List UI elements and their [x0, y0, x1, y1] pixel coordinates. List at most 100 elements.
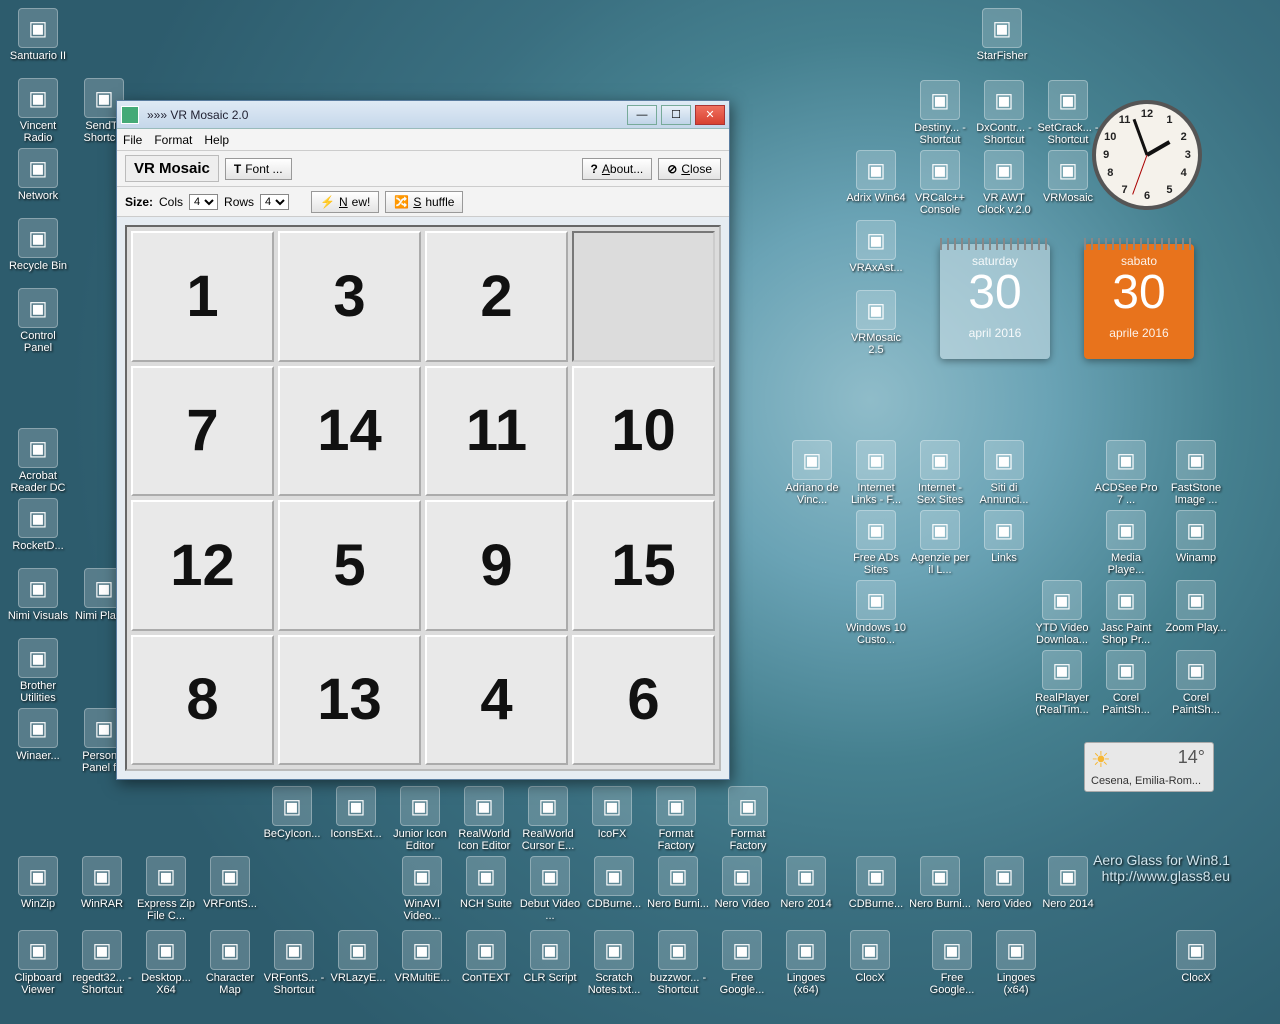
- calendar-gadget-it[interactable]: sabato 30 aprile 2016: [1084, 244, 1194, 359]
- desktop-icon[interactable]: ▣StarFisher: [970, 8, 1034, 62]
- tile-4[interactable]: 4: [425, 635, 568, 766]
- menu-format[interactable]: Format: [154, 133, 192, 147]
- shuffle-button[interactable]: 🔀 Shuffle: [385, 191, 463, 213]
- desktop-icon[interactable]: ▣Junior Icon Editor: [388, 786, 452, 852]
- desktop-icon[interactable]: ▣Nero Video: [710, 856, 774, 910]
- desktop-icon[interactable]: ▣Format Factory: [644, 786, 708, 852]
- desktop-icon[interactable]: ▣Nero Burni...: [908, 856, 972, 910]
- desktop-icon[interactable]: ▣Nero 2014: [774, 856, 838, 910]
- desktop-icon[interactable]: ▣VRCalc++ Console: [908, 150, 972, 216]
- desktop-icon[interactable]: ▣RealWorld Icon Editor: [452, 786, 516, 852]
- calendar-gadget-en[interactable]: saturday 30 april 2016: [940, 244, 1050, 359]
- desktop-icon[interactable]: ▣FastStone Image ...: [1164, 440, 1228, 506]
- desktop-icon[interactable]: ▣ACDSee Pro 7 ...: [1094, 440, 1158, 506]
- close-window-button[interactable]: ✕: [695, 105, 725, 125]
- desktop-icon[interactable]: ▣Free Google...: [920, 930, 984, 996]
- desktop-icon[interactable]: ▣Nero 2014: [1036, 856, 1100, 910]
- desktop-icon[interactable]: ▣buzzwor... - Shortcut: [646, 930, 710, 996]
- desktop-icon[interactable]: ▣ClocX: [1164, 930, 1228, 984]
- close-button[interactable]: ⊘ Close: [658, 158, 721, 180]
- desktop-icon[interactable]: ▣Lingoes (x64): [984, 930, 1048, 996]
- tile-10[interactable]: 10: [572, 366, 715, 497]
- tile-1[interactable]: 1: [131, 231, 274, 362]
- desktop-icon[interactable]: ▣Network: [6, 148, 70, 202]
- desktop-icon[interactable]: ▣Windows 10 Custo...: [844, 580, 908, 646]
- desktop-icon[interactable]: ▣Zoom Play...: [1164, 580, 1228, 634]
- desktop-icon[interactable]: ▣Agenzie per il L...: [908, 510, 972, 576]
- desktop-icon[interactable]: ▣Adriano de Vinc...: [780, 440, 844, 506]
- desktop-icon[interactable]: ▣Internet - Sex Sites: [908, 440, 972, 506]
- desktop-icon[interactable]: ▣regedt32... - Shortcut: [70, 930, 134, 996]
- desktop-icon[interactable]: ▣Links: [972, 510, 1036, 564]
- desktop-icon[interactable]: ▣Express Zip File C...: [134, 856, 198, 922]
- tile-2[interactable]: 2: [425, 231, 568, 362]
- desktop-icon[interactable]: ▣WinZip: [6, 856, 70, 910]
- desktop-icon[interactable]: ▣Destiny... - Shortcut: [908, 80, 972, 146]
- desktop-icon[interactable]: ▣RocketD...: [6, 498, 70, 552]
- desktop-icon[interactable]: ▣SetCrack... - Shortcut: [1036, 80, 1100, 146]
- tile-14[interactable]: 14: [278, 366, 421, 497]
- desktop-icon[interactable]: ▣WinRAR: [70, 856, 134, 910]
- desktop-icon[interactable]: ▣Control Panel: [6, 288, 70, 354]
- desktop-icon[interactable]: ▣CDBurne...: [582, 856, 646, 910]
- tile-9[interactable]: 9: [425, 500, 568, 631]
- tile-15[interactable]: 15: [572, 500, 715, 631]
- menu-help[interactable]: Help: [204, 133, 229, 147]
- maximize-button[interactable]: ☐: [661, 105, 691, 125]
- desktop-icon[interactable]: ▣RealPlayer (RealTim...: [1030, 650, 1094, 716]
- desktop-icon[interactable]: ▣Debut Video ...: [518, 856, 582, 922]
- tile-13[interactable]: 13: [278, 635, 421, 766]
- about-button[interactable]: ? About...: [582, 158, 653, 180]
- desktop-icon[interactable]: ▣Free Google...: [710, 930, 774, 996]
- desktop-icon[interactable]: ▣VRMultiE...: [390, 930, 454, 984]
- desktop-icon[interactable]: ▣Media Playe...: [1094, 510, 1158, 576]
- desktop-icon[interactable]: ▣WinAVI Video...: [390, 856, 454, 922]
- desktop-icon[interactable]: ▣Internet Links - F...: [844, 440, 908, 506]
- desktop-icon[interactable]: ▣Winaer...: [6, 708, 70, 762]
- desktop-icon[interactable]: ▣Recycle Bin: [6, 218, 70, 272]
- desktop-icon[interactable]: ▣Corel PaintSh...: [1094, 650, 1158, 716]
- desktop-icon[interactable]: ▣Format Factory: [716, 786, 780, 852]
- rows-select[interactable]: 4: [260, 194, 289, 210]
- desktop-icon[interactable]: ▣Scratch Notes.txt...: [582, 930, 646, 996]
- desktop-icon[interactable]: ▣CDBurne...: [844, 856, 908, 910]
- tile-12[interactable]: 12: [131, 500, 274, 631]
- new-button[interactable]: ⚡ New!: [311, 191, 379, 213]
- weather-gadget[interactable]: ☀ 14° Cesena, Emilia-Rom...: [1084, 742, 1214, 792]
- desktop-icon[interactable]: ▣Clipboard Viewer: [6, 930, 70, 996]
- desktop-icon[interactable]: ▣VRLazyE...: [326, 930, 390, 984]
- desktop-icon[interactable]: ▣Acrobat Reader DC: [6, 428, 70, 494]
- desktop-icon[interactable]: ▣BeCyIcon...: [260, 786, 324, 840]
- tile-8[interactable]: 8: [131, 635, 274, 766]
- desktop-icon[interactable]: ▣Lingoes (x64): [774, 930, 838, 996]
- desktop-icon[interactable]: ▣Jasc Paint Shop Pr...: [1094, 580, 1158, 646]
- desktop-icon[interactable]: ▣Santuario II: [6, 8, 70, 62]
- desktop-icon[interactable]: ▣VRFontS... - Shortcut: [262, 930, 326, 996]
- desktop-icon[interactable]: ▣Nero Video: [972, 856, 1036, 910]
- desktop-icon[interactable]: ▣Desktop... X64: [134, 930, 198, 996]
- desktop-icon[interactable]: ▣Character Map: [198, 930, 262, 996]
- desktop-icon[interactable]: ▣IconsExt...: [324, 786, 388, 840]
- desktop-icon[interactable]: ▣VRMosaic: [1036, 150, 1100, 204]
- desktop-icon[interactable]: ▣Brother Utilities: [6, 638, 70, 704]
- tile-7[interactable]: 7: [131, 366, 274, 497]
- desktop-icon[interactable]: ▣Siti di Annunci...: [972, 440, 1036, 506]
- tile-5[interactable]: 5: [278, 500, 421, 631]
- clock-gadget[interactable]: 12 1 2 3 4 5 6 7 8 9 10 11: [1092, 100, 1202, 210]
- tile-6[interactable]: 6: [572, 635, 715, 766]
- desktop-icon[interactable]: ▣Free ADs Sites: [844, 510, 908, 576]
- desktop-icon[interactable]: ▣Winamp: [1164, 510, 1228, 564]
- cols-select[interactable]: 4: [189, 194, 218, 210]
- desktop-icon[interactable]: ▣Vincent Radio: [6, 78, 70, 144]
- desktop-icon[interactable]: ▣Corel PaintSh...: [1164, 650, 1228, 716]
- tile-11[interactable]: 11: [425, 366, 568, 497]
- desktop-icon[interactable]: ▣VRMosaic 2.5: [844, 290, 908, 356]
- desktop-icon[interactable]: ▣VRFontS...: [198, 856, 262, 910]
- desktop-icon[interactable]: ▣Nimi Visuals: [6, 568, 70, 622]
- font-button[interactable]: T Font ...: [225, 158, 292, 180]
- desktop-icon[interactable]: ▣DxContr... - Shortcut: [972, 80, 1036, 146]
- desktop-icon[interactable]: ▣IcoFX: [580, 786, 644, 840]
- desktop-icon[interactable]: ▣ConTEXT: [454, 930, 518, 984]
- desktop-icon[interactable]: ▣VRAxAst...: [844, 220, 908, 274]
- desktop-icon[interactable]: ▣RealWorld Cursor E...: [516, 786, 580, 852]
